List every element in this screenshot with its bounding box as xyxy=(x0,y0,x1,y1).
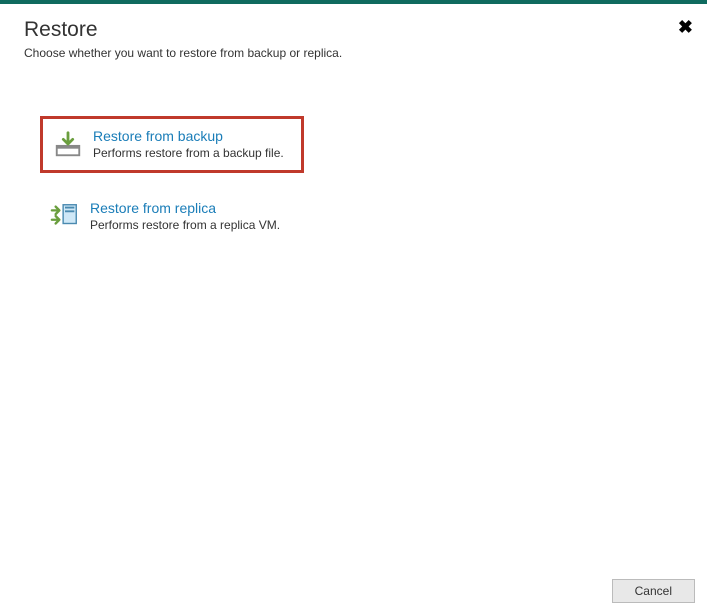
option-title: Restore from replica xyxy=(90,199,280,217)
option-description: Performs restore from a replica VM. xyxy=(90,218,280,234)
option-text-group: Restore from backup Performs restore fro… xyxy=(93,127,284,162)
cancel-button[interactable]: Cancel xyxy=(612,579,695,603)
download-box-icon xyxy=(53,129,83,159)
option-description: Performs restore from a backup file. xyxy=(93,146,284,162)
replica-vm-icon xyxy=(50,201,80,231)
option-restore-from-backup[interactable]: Restore from backup Performs restore fro… xyxy=(40,116,304,173)
dialog-title: Restore xyxy=(24,18,707,42)
dialog-footer: Cancel xyxy=(612,579,695,603)
dialog-header: Restore Choose whether you want to resto… xyxy=(0,4,707,60)
close-icon: ✖ xyxy=(678,17,693,37)
option-title: Restore from backup xyxy=(93,127,284,145)
dialog-subtitle: Choose whether you want to restore from … xyxy=(24,46,707,60)
option-restore-from-replica[interactable]: Restore from replica Performs restore fr… xyxy=(40,191,304,242)
option-text-group: Restore from replica Performs restore fr… xyxy=(90,199,280,234)
restore-options: Restore from backup Performs restore fro… xyxy=(0,116,707,242)
close-button[interactable]: ✖ xyxy=(676,16,695,38)
